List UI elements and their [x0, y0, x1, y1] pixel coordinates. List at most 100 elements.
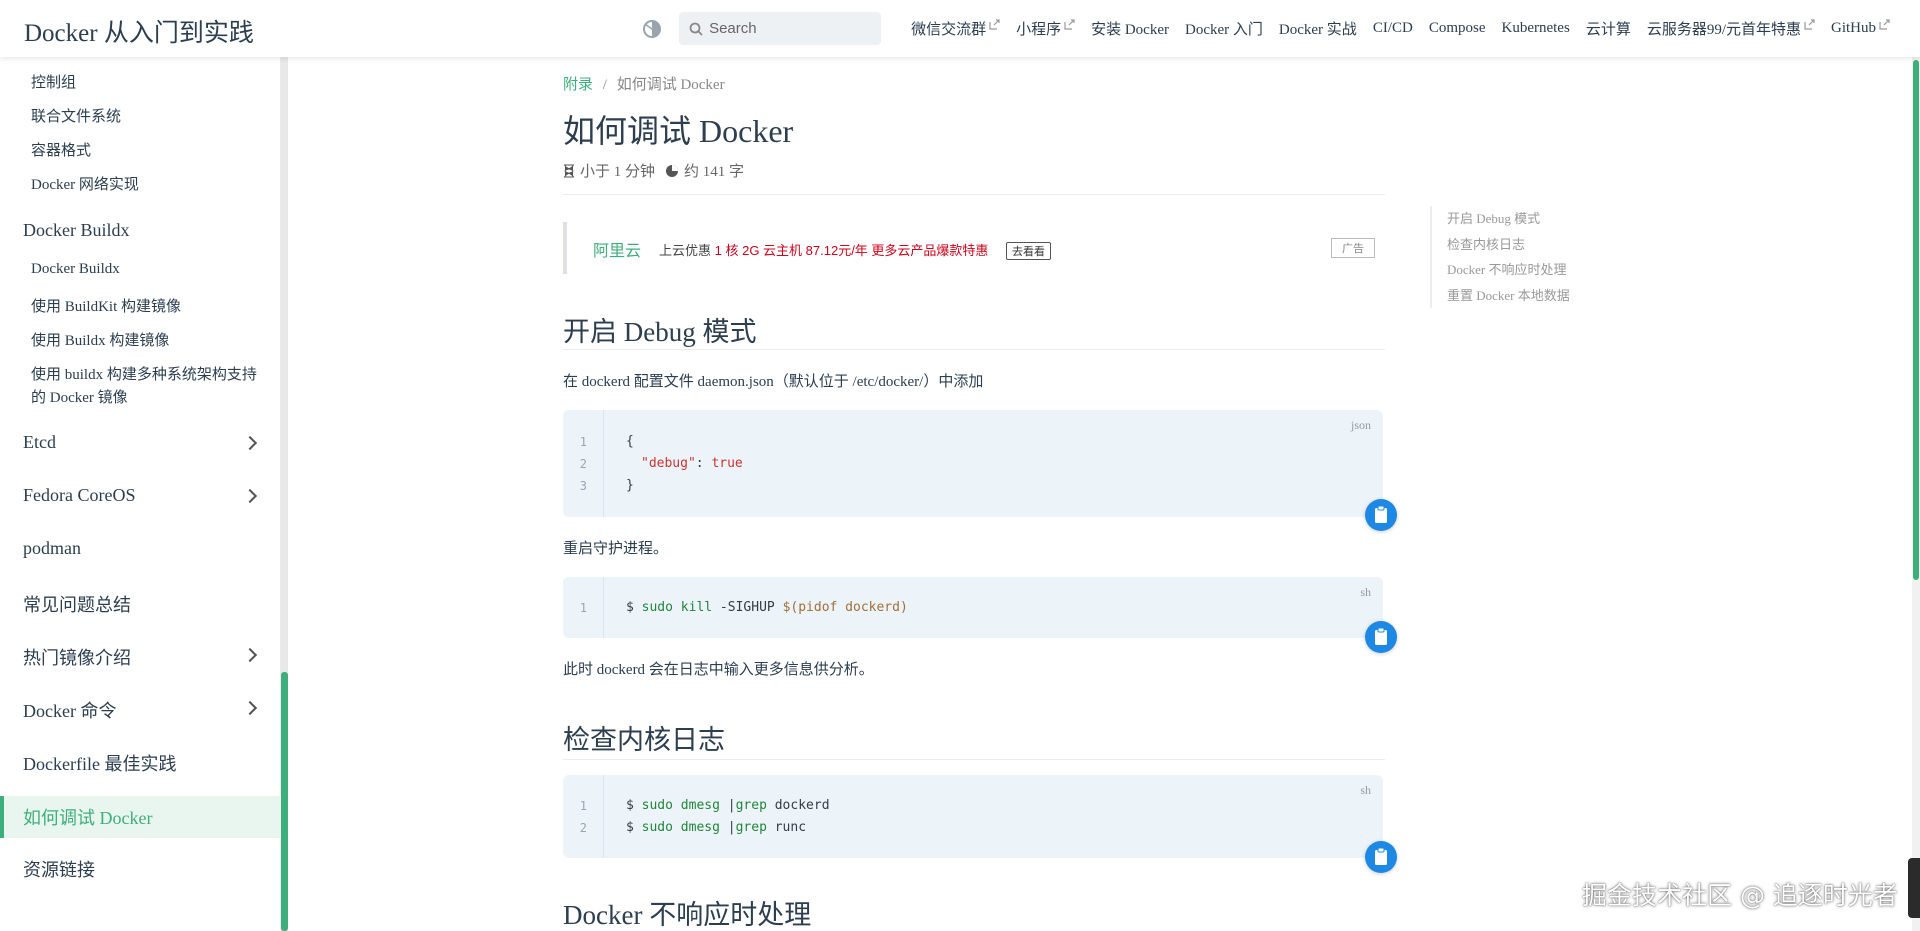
- sidebar-group-faq[interactable]: 常见问题总结: [23, 591, 131, 617]
- nav-link-cicd[interactable]: CI/CD: [1373, 20, 1413, 37]
- clipboard-icon: [1375, 505, 1387, 523]
- copy-button[interactable]: [1365, 621, 1397, 653]
- nav-link-intro[interactable]: Docker 入门: [1185, 18, 1263, 39]
- nav-link-install[interactable]: 安装 Docker: [1091, 18, 1169, 39]
- sidebar-group-buildx[interactable]: Docker Buildx: [23, 220, 129, 241]
- breadcrumb-separator: /: [602, 77, 607, 93]
- divider: [563, 194, 1385, 195]
- line-number: 3: [579, 479, 587, 493]
- line-number: 2: [579, 821, 587, 835]
- line-number: 1: [579, 799, 587, 813]
- breadcrumb-current: 如何调试 Docker: [616, 77, 725, 93]
- external-link-icon: [1879, 19, 1890, 30]
- line-number: 1: [579, 435, 587, 449]
- ad-banner[interactable]: 阿里云 上云优惠 1 核 2G 云主机 87.12元/年 更多云产品爆款特惠 去…: [563, 222, 1385, 274]
- sidebar-item-buildx-build[interactable]: 使用 Buildx 构建镜像: [31, 329, 169, 350]
- code-block-sh[interactable]: sh 1 2 $ sudo dmesg |grep dockerd $ sudo…: [563, 775, 1383, 858]
- word-count: 约 141 字: [684, 164, 745, 180]
- code-block-sh[interactable]: sh 1 $ sudo kill -SIGHUP $(pidof dockerd…: [563, 577, 1383, 638]
- code-block-json[interactable]: json 1 2 3 { "debug": true }: [563, 410, 1383, 517]
- code-lang: json: [1350, 418, 1371, 432]
- nav-link-wechat[interactable]: 微信交流群: [911, 18, 1000, 39]
- watermark: 掘金技术社区 @ 追逐时光者: [1582, 881, 1898, 910]
- sidebar-group-dockerfile[interactable]: Dockerfile 最佳实践: [23, 750, 176, 776]
- sidebar-item-buildx-multiarch-cont[interactable]: 的 Docker 镜像: [31, 386, 128, 407]
- sidebar-item-cgroups[interactable]: 控制组: [31, 71, 76, 92]
- heading-debug: 开启 Debug 模式: [563, 317, 757, 347]
- hourglass-icon: [564, 164, 574, 177]
- sidebar-item-container-format[interactable]: 容器格式: [31, 139, 91, 160]
- page-scrollbar-thumb[interactable]: [1913, 60, 1919, 580]
- divider: [563, 349, 1385, 350]
- code-line: "debug": true: [641, 456, 743, 471]
- sidebar-item-active[interactable]: 如何调试 Docker: [0, 796, 281, 838]
- external-link-icon: [1064, 19, 1075, 30]
- nav-link-github[interactable]: GitHub: [1831, 19, 1890, 37]
- breadcrumb-parent[interactable]: 附录: [563, 77, 593, 93]
- nav-link-compose[interactable]: Compose: [1429, 20, 1486, 37]
- after-text: 此时 dockerd 会在日志中输入更多信息供分析。: [563, 662, 874, 678]
- sidebar-scrollbar-thumb[interactable]: [281, 672, 288, 931]
- nav-right: 微信交流群 小程序 安装 Docker Docker 入门 Docker 实战 …: [641, 0, 1890, 57]
- code-line: {: [626, 434, 634, 449]
- search-input[interactable]: [709, 20, 870, 37]
- toc-item[interactable]: 开启 Debug 模式: [1447, 206, 1570, 232]
- site-title[interactable]: Docker 从入门到实践: [24, 13, 254, 49]
- nav-link-server-deal[interactable]: 云服务器99/元首年特惠: [1647, 18, 1815, 39]
- sidebar-item-unionfs[interactable]: 联合文件系统: [31, 105, 121, 126]
- code-lang: sh: [1360, 783, 1371, 797]
- clipboard-icon: [1375, 627, 1387, 645]
- code-line: $ sudo dmesg |grep runc: [626, 820, 807, 835]
- toc-item[interactable]: 重置 Docker 本地数据: [1447, 283, 1570, 309]
- page-title: 如何调试 Docker: [563, 113, 794, 149]
- search-box[interactable]: [679, 12, 882, 45]
- toc-item[interactable]: Docker 不响应时处理: [1447, 257, 1570, 283]
- sidebar-item-buildx-multiarch[interactable]: 使用 buildx 构建多种系统架构支持: [31, 363, 257, 384]
- sidebar-group-images[interactable]: 热门镜像介绍: [23, 644, 131, 670]
- sidebar-group-coreos[interactable]: Fedora CoreOS: [23, 485, 135, 506]
- clipboard-icon: [1375, 847, 1387, 865]
- read-time: 小于 1 分钟: [580, 164, 656, 180]
- restart-text: 重启守护进程。: [563, 541, 669, 557]
- debug-intro: 在 dockerd 配置文件 daemon.json（默认位于 /etc/doc…: [563, 374, 984, 390]
- ad-button[interactable]: 去看看: [1006, 242, 1052, 260]
- pie-chart-icon: [666, 164, 679, 177]
- line-number: 2: [579, 457, 587, 471]
- sidebar-group-commands[interactable]: Docker 命令: [23, 697, 116, 723]
- page-meta: 小于 1 分钟 约 141 字: [563, 160, 744, 181]
- search-icon: [689, 22, 703, 36]
- external-link-icon: [989, 19, 1000, 30]
- ad-highlight[interactable]: 1 核 2G 云主机 87.12元/年 更多云产品爆款特惠: [715, 243, 989, 258]
- copy-button[interactable]: [1365, 841, 1397, 873]
- code-line: $ sudo kill -SIGHUP $(pidof dockerd): [626, 600, 908, 615]
- external-link-icon: [1804, 19, 1815, 30]
- nav-link-cloud[interactable]: 云计算: [1586, 18, 1631, 39]
- sidebar-item-buildkit[interactable]: 使用 BuildKit 构建镜像: [31, 295, 181, 316]
- code-lang: sh: [1360, 585, 1371, 599]
- sidebar-item-buildx[interactable]: Docker Buildx: [31, 261, 120, 278]
- ad-text: 上云优惠 1 核 2G 云主机 87.12元/年 更多云产品爆款特惠 去看看: [659, 240, 1052, 260]
- nav-link-practice[interactable]: Docker 实战: [1279, 18, 1357, 39]
- heading-no-response: Docker 不响应时处理: [563, 900, 812, 930]
- sidebar-group-etcd[interactable]: Etcd: [23, 432, 56, 453]
- toc-item[interactable]: 检查内核日志: [1447, 232, 1570, 258]
- sidebar-group-podman[interactable]: podman: [23, 538, 81, 559]
- copy-button[interactable]: [1365, 499, 1397, 531]
- code-line: }: [626, 478, 634, 493]
- sidebar-group-resources[interactable]: 资源链接: [23, 856, 95, 882]
- nav-links: 微信交流群 小程序 安装 Docker Docker 入门 Docker 实战 …: [895, 18, 1890, 39]
- nav-link-miniprogram[interactable]: 小程序: [1016, 18, 1075, 39]
- breadcrumb: 附录 / 如何调试 Docker: [563, 73, 725, 94]
- side-dock[interactable]: [1908, 858, 1920, 918]
- divider: [563, 759, 1385, 760]
- heading-kernel-log: 检查内核日志: [563, 725, 725, 755]
- navbar: Docker 从入门到实践 微信交流群 小程序 安装 Docker Docker…: [0, 0, 1920, 57]
- sidebar-item-network[interactable]: Docker 网络实现: [31, 173, 139, 194]
- code-line: $ sudo dmesg |grep dockerd: [626, 798, 830, 813]
- line-number: 1: [579, 601, 587, 615]
- table-of-contents: 开启 Debug 模式 检查内核日志 Docker 不响应时处理 重置 Dock…: [1430, 206, 1570, 308]
- nav-link-kubernetes[interactable]: Kubernetes: [1502, 20, 1570, 37]
- code-gutter: [563, 775, 604, 858]
- theme-toggle-icon[interactable]: [641, 18, 663, 40]
- ad-brand[interactable]: 阿里云: [593, 237, 641, 261]
